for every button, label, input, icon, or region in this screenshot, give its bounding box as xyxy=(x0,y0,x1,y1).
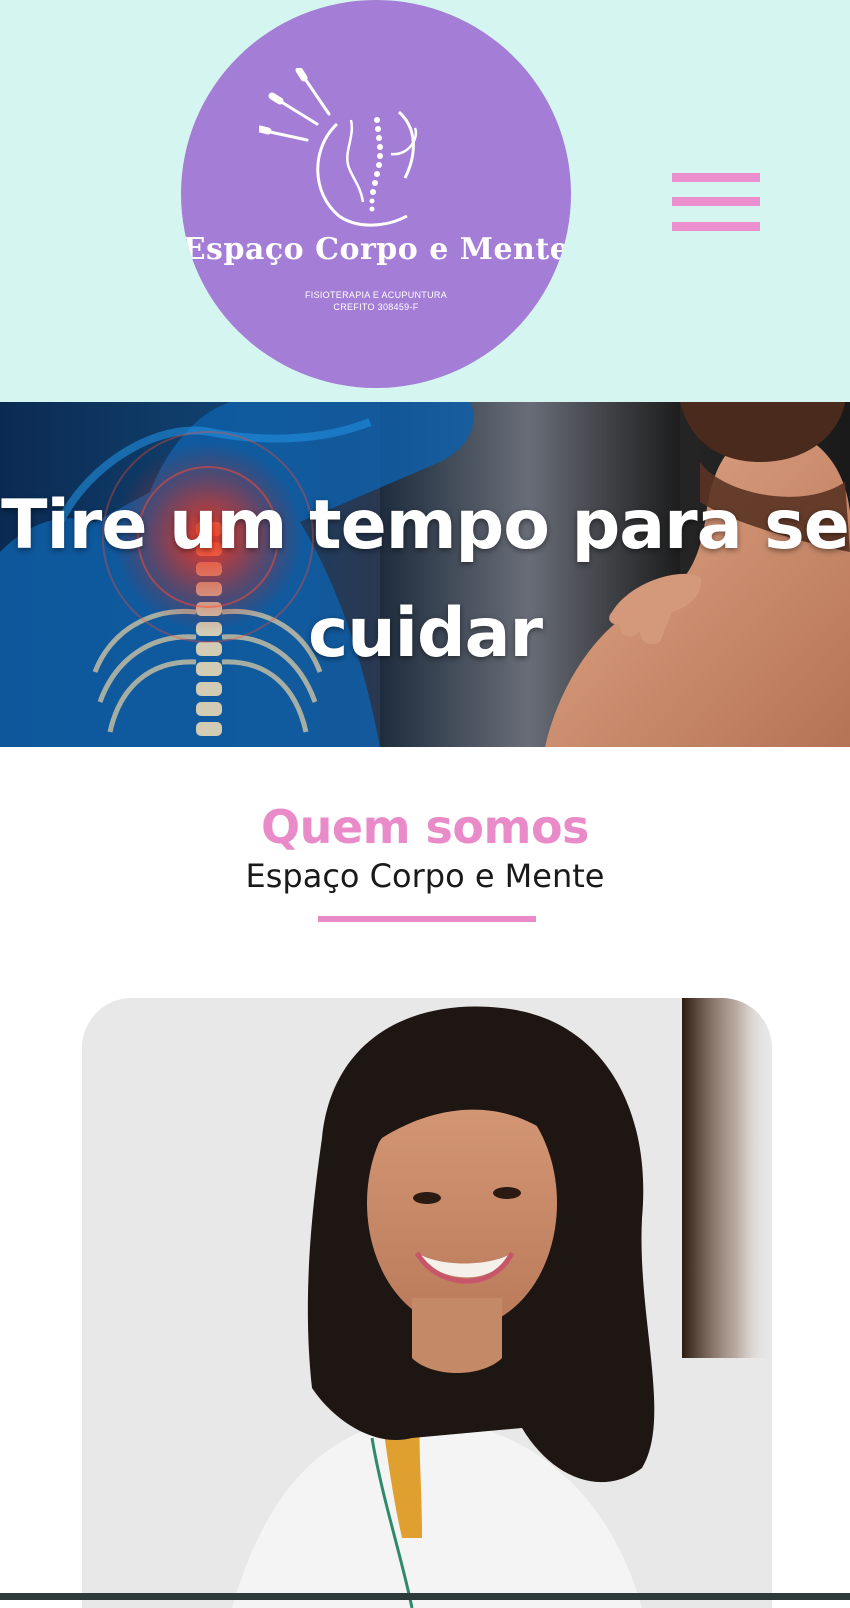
hero-title: Tire um tempo para se cuidar xyxy=(1,486,850,673)
profile-photo xyxy=(82,998,772,1608)
logo-subtitle-specialty: FISIOTERAPIA E ACUPUNTURA xyxy=(304,290,448,300)
logo-subtitle-registration: CREFITO 308459-F xyxy=(333,302,419,312)
acupuncture-spine-logo-icon xyxy=(259,68,418,227)
profile-photo-image xyxy=(82,998,772,1608)
bottom-edge xyxy=(0,1593,850,1600)
hamburger-menu-icon[interactable] xyxy=(672,173,760,233)
hero-banner: Tire um tempo para se cuidar xyxy=(0,402,850,747)
about-title: Quem somos xyxy=(261,800,589,854)
site-header: Espaço Corpo e Mente FISIOTERAPIA E ACUP… xyxy=(0,0,850,402)
about-subtitle: Espaço Corpo e Mente xyxy=(245,857,605,895)
menu-line xyxy=(672,173,760,182)
section-divider xyxy=(318,916,536,922)
menu-line xyxy=(672,197,760,206)
logo-title: Espaço Corpo e Mente xyxy=(182,232,570,267)
menu-line xyxy=(672,222,760,231)
brand-logo[interactable]: Espaço Corpo e Mente FISIOTERAPIA E ACUP… xyxy=(181,0,571,388)
